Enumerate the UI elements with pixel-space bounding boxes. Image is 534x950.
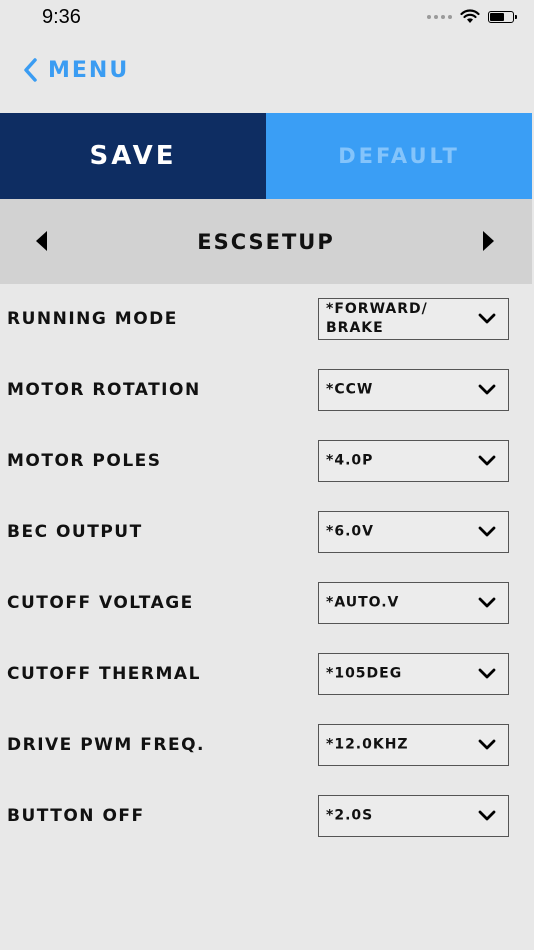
back-button-label: MENU [48,57,130,83]
setting-label: DRIVE PWM FREQ. [7,735,205,755]
setting-label: RUNNING MODE [7,309,178,329]
chevron-down-icon [478,384,496,395]
setting-row-motor-rotation: MOTOR ROTATION *CCW [0,355,532,426]
chevron-left-icon [24,58,37,82]
chevron-down-icon [478,739,496,750]
setting-label: BUTTON OFF [7,806,145,826]
chevron-down-icon [478,455,496,466]
cutoff-thermal-select[interactable]: *105DEG [318,653,509,695]
settings-list: RUNNING MODE *FORWARD/ BRAKE MOTOR ROTAT… [0,284,532,852]
setting-row-running-mode: RUNNING MODE *FORWARD/ BRAKE [0,284,532,355]
chevron-down-icon [478,313,496,324]
setting-label: BEC OUTPUT [7,522,143,542]
back-button[interactable]: MENU [22,56,129,84]
chevron-down-icon [478,597,496,608]
setting-row-cutoff-voltage: CUTOFF VOLTAGE *AUTO.V [0,568,532,639]
battery-icon [488,10,517,23]
default-button[interactable]: DEFAULT [266,113,532,199]
wifi-icon [460,9,480,23]
setting-row-motor-poles: MOTOR POLES *4.0P [0,426,532,497]
setting-row-bec-output: BEC OUTPUT *6.0V [0,497,532,568]
status-bar: 9:36 [0,0,534,36]
motor-poles-select[interactable]: *4.0P [318,440,509,482]
triangle-left-icon[interactable] [32,229,50,253]
action-bar: SAVE DEFAULT [0,113,532,199]
status-time: 9:36 [42,6,81,28]
running-mode-select[interactable]: *FORWARD/ BRAKE [318,298,509,340]
setting-value: *2.0S [326,807,374,824]
save-button[interactable]: SAVE [0,113,266,199]
setting-label: CUTOFF VOLTAGE [7,593,194,613]
setting-value: *105DEG [326,665,403,682]
setting-label: MOTOR POLES [7,451,162,471]
setting-row-cutoff-thermal: CUTOFF THERMAL *105DEG [0,639,532,710]
setting-value: *4.0P [326,452,374,469]
section-header: ESCSETUP [0,199,532,284]
setting-value: *CCW [326,381,374,398]
setting-value: *6.0V [326,523,374,540]
triangle-right-icon[interactable] [480,229,498,253]
bec-output-select[interactable]: *6.0V [318,511,509,553]
status-icons [427,9,517,24]
button-off-select[interactable]: *2.0S [318,795,509,837]
setting-label: CUTOFF THERMAL [7,664,201,684]
setting-value: *12.0KHZ [326,736,409,753]
cutoff-voltage-select[interactable]: *AUTO.V [318,582,509,624]
chevron-down-icon [478,526,496,537]
setting-label: MOTOR ROTATION [7,380,201,400]
setting-value: *FORWARD/ BRAKE [326,301,428,336]
drive-pwm-freq-select[interactable]: *12.0KHZ [318,724,509,766]
setting-value: *AUTO.V [326,594,400,611]
motor-rotation-select[interactable]: *CCW [318,369,509,411]
chevron-down-icon [478,668,496,679]
signal-icon [427,14,452,19]
section-title: ESCSETUP [197,229,335,254]
chevron-down-icon [478,810,496,821]
setting-row-button-off: BUTTON OFF *2.0S [0,781,532,852]
setting-row-drive-pwm-freq: DRIVE PWM FREQ. *12.0KHZ [0,710,532,781]
